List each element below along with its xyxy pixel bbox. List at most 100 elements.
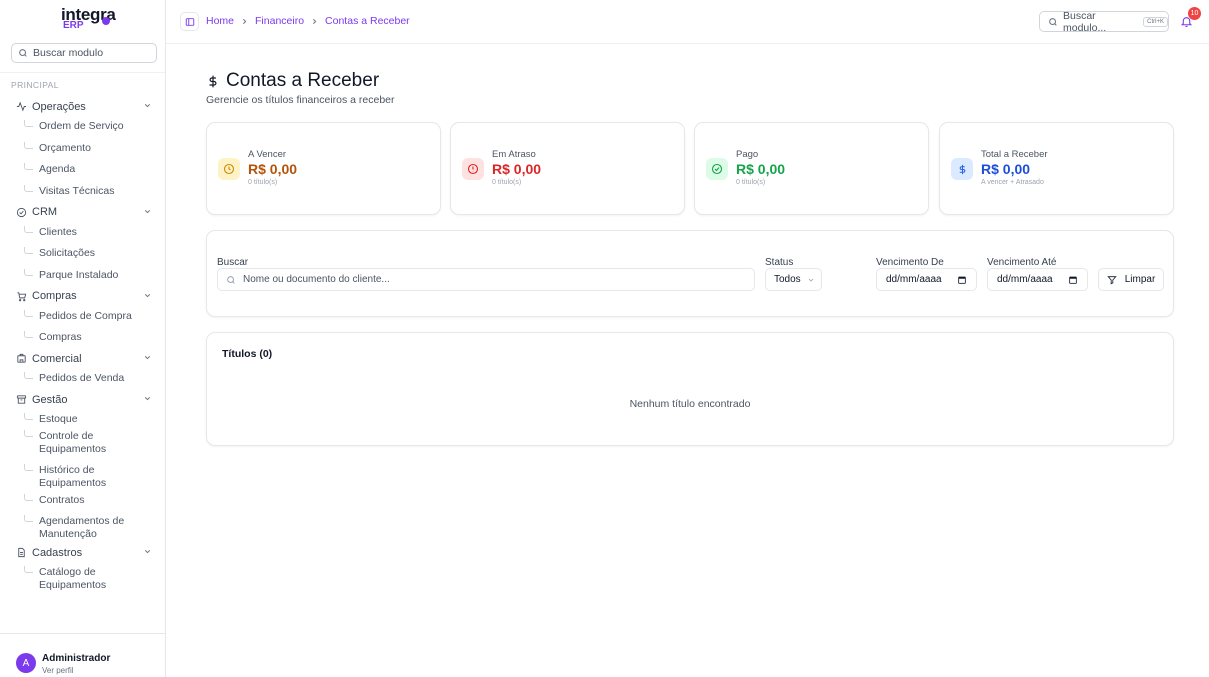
- sidebar-group-operacoes[interactable]: Operações: [0, 96, 165, 117]
- card-label: Total a Receber: [981, 149, 1048, 160]
- building-icon: [16, 353, 27, 364]
- card-value: R$ 0,00: [981, 161, 1031, 177]
- main-content: Contas a Receber Gerencie os títulos fin…: [166, 45, 1209, 677]
- sidebar: integra ERP Buscar modulo PRINCIPAL Oper…: [0, 0, 166, 677]
- sidebar-group-cadastros[interactable]: Cadastros: [0, 542, 165, 563]
- sidebar-group-gestao[interactable]: Gestão: [0, 389, 165, 410]
- sidebar-item-label: Orçamento: [39, 141, 91, 154]
- chevron-right-icon: [310, 17, 319, 26]
- notification-badge: 10: [1188, 7, 1201, 20]
- chevron-down-icon: [807, 276, 815, 284]
- calendar-icon[interactable]: [957, 275, 967, 285]
- global-search-button[interactable]: Buscar modulo... Ctrl+K: [1039, 10, 1169, 34]
- sidebar-item-label: Catálogo de Equipamentos: [39, 566, 107, 591]
- search-icon: [1048, 17, 1058, 27]
- card-note: 0 título(s): [736, 179, 766, 186]
- table-title: Títulos (0): [222, 348, 273, 360]
- card-note: A vencer + Atrasado: [981, 179, 1044, 186]
- titles-table: Títulos (0) Nenhum título encontrado: [206, 332, 1174, 446]
- filters-panel: Buscar Nome ou documento do cliente... S…: [206, 230, 1174, 317]
- due-from-label: Vencimento De: [876, 257, 944, 268]
- card-label: A Vencer: [248, 149, 287, 160]
- view-profile-link[interactable]: Ver perfil: [42, 666, 74, 675]
- sidebar-item-label: Compras: [39, 331, 82, 343]
- date-placeholder: dd/mm/aaaa: [997, 274, 1053, 285]
- sidebar-item-label: Pedidos de Venda: [39, 372, 125, 384]
- chevron-down-icon: [143, 207, 152, 216]
- client-search-placeholder: Nome ou documento do cliente...: [243, 274, 390, 285]
- divider: [0, 72, 165, 73]
- shortcut-hint: Ctrl+K: [1143, 16, 1168, 27]
- circle-check-icon: [16, 207, 27, 218]
- sidebar-group-label: Comercial: [32, 352, 82, 365]
- chevron-down-icon: [143, 353, 152, 362]
- sidebar-toggle-button[interactable]: [180, 12, 199, 31]
- sidebar-item-label: Agendamentos de Manutenção: [39, 515, 125, 540]
- card-label: Em Atraso: [492, 149, 536, 160]
- sidebar-item-estoque[interactable]: Estoque: [0, 413, 165, 430]
- sidebar-group-comercial[interactable]: Comercial: [0, 348, 165, 369]
- sidebar-group-crm[interactable]: CRM: [0, 202, 165, 223]
- search-icon: [226, 275, 236, 285]
- sidebar-item-agendamentos-de-manutencao[interactable]: Agendamentos de Manutenção: [0, 515, 165, 542]
- sidebar-item-solicitacoes[interactable]: Solicitações: [0, 247, 165, 269]
- sidebar-item-label: Visitas Técnicas: [39, 184, 115, 197]
- status-label: Status: [765, 257, 794, 268]
- sidebar-item-ordem-de-servico[interactable]: Ordem de Serviço: [0, 120, 165, 142]
- sidebar-item-label: Agenda: [39, 163, 76, 175]
- sidebar-item-pedidos-de-compra[interactable]: Pedidos de Compra: [0, 309, 165, 332]
- page-subtitle: Gerencie os títulos financeiros a recebe…: [206, 94, 395, 106]
- search-icon: [18, 48, 28, 58]
- check-circle-icon: [706, 158, 728, 180]
- panel-left-icon: [185, 17, 195, 27]
- sidebar-search-input[interactable]: Buscar modulo: [11, 43, 157, 63]
- sidebar-item-catalogo-de-equipamentos[interactable]: Catálogo de Equipamentos: [0, 566, 165, 596]
- clear-filters-label: Limpar: [1124, 274, 1156, 285]
- status-select[interactable]: Todos: [765, 268, 822, 291]
- sidebar-item-orcamento[interactable]: Orçamento: [0, 141, 165, 164]
- date-placeholder: dd/mm/aaaa: [886, 274, 942, 285]
- sidebar-item-contratos[interactable]: Contratos: [0, 494, 165, 515]
- sidebar-group-compras[interactable]: Compras: [0, 286, 165, 307]
- top-bar: Home Financeiro Contas a Receber Buscar …: [166, 0, 1209, 44]
- card-value: R$ 0,00: [492, 161, 542, 177]
- logo-dot: [102, 17, 110, 25]
- avatar: A: [16, 653, 36, 673]
- breadcrumb-financeiro[interactable]: Financeiro: [255, 15, 304, 27]
- card-value: R$ 0,00: [736, 161, 786, 177]
- logo-sub-text: ERP: [63, 20, 84, 31]
- card-value: R$ 0,00: [248, 161, 298, 177]
- activity-icon: [16, 101, 27, 112]
- sidebar-item-controle-de-equipamentos[interactable]: Controle de Equipamentos: [0, 430, 165, 464]
- breadcrumb-current[interactable]: Contas a Receber: [325, 15, 410, 27]
- user-profile[interactable]: A Administrador Ver perfil: [0, 633, 165, 677]
- summary-card-a-vencer: A Vencer R$ 0,00 0 título(s): [206, 122, 441, 215]
- clear-filters-button[interactable]: Limpar: [1098, 268, 1164, 291]
- sidebar-item-compras[interactable]: Compras: [0, 331, 165, 348]
- due-from-input[interactable]: dd/mm/aaaa: [876, 268, 977, 291]
- client-search-input[interactable]: Nome ou documento do cliente...: [217, 268, 755, 291]
- card-note: 0 título(s): [248, 179, 278, 186]
- sidebar-group-label: Cadastros: [32, 546, 83, 559]
- sidebar-item-parque-instalado[interactable]: Parque Instalado: [0, 268, 165, 286]
- filter-icon: [1107, 275, 1117, 285]
- due-to-input[interactable]: dd/mm/aaaa: [987, 268, 1088, 291]
- sidebar-item-visitas-tecnicas[interactable]: Visitas Técnicas: [0, 184, 165, 202]
- sidebar-item-label: Parque Instalado: [39, 268, 119, 281]
- sidebar-item-clientes[interactable]: Clientes: [0, 225, 165, 248]
- chevron-down-icon: [143, 291, 152, 300]
- chevron-right-icon: [240, 17, 249, 26]
- chevron-down-icon: [143, 394, 152, 403]
- chevron-down-icon: [143, 101, 152, 110]
- archive-icon: [16, 394, 27, 405]
- breadcrumb-home[interactable]: Home: [206, 15, 234, 27]
- sidebar-item-pedidos-de-venda[interactable]: Pedidos de Venda: [0, 372, 165, 389]
- summary-card-pago: Pago R$ 0,00 0 título(s): [694, 122, 929, 215]
- calendar-icon[interactable]: [1068, 275, 1078, 285]
- user-name: Administrador: [42, 653, 111, 664]
- sidebar-item-label: Histórico de Equipamentos: [39, 464, 107, 489]
- sidebar-item-historico-de-equipamentos[interactable]: Histórico de Equipamentos: [0, 464, 165, 494]
- logo[interactable]: integra ERP: [61, 5, 121, 33]
- chevron-down-icon: [143, 547, 152, 556]
- sidebar-item-agenda[interactable]: Agenda: [0, 163, 165, 185]
